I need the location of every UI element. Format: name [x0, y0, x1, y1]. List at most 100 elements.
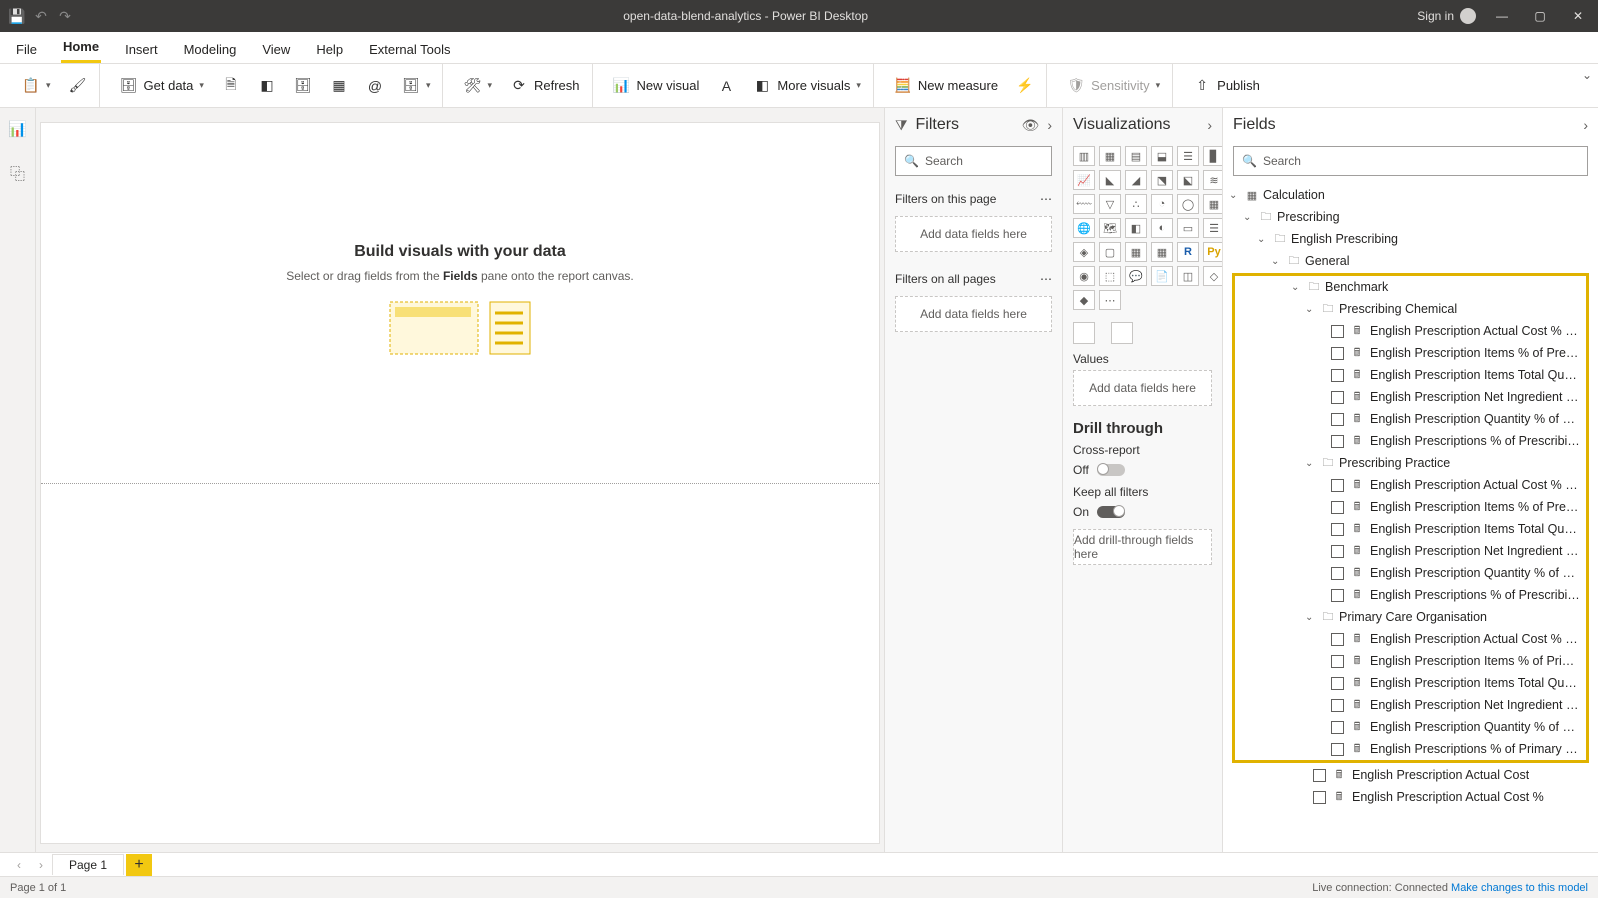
viz-get-more[interactable]: ⋯ [1099, 290, 1121, 310]
cross-report-toggle[interactable] [1097, 464, 1125, 476]
filters-on-all-well[interactable]: Add data fields here [895, 296, 1052, 332]
dataverse-button[interactable]: @ [362, 73, 388, 99]
node-benchmark[interactable]: ⌄🗀Benchmark [1235, 276, 1586, 298]
keep-filters-toggle[interactable] [1097, 506, 1125, 518]
viz-paginated[interactable]: ◫ [1177, 266, 1199, 286]
viz-stacked-col[interactable]: ▦ [1099, 146, 1121, 166]
field-item[interactable]: 🖩English Prescription Items % of Primary… [1235, 650, 1586, 672]
get-data-button[interactable]: 🗄Get data▾ [116, 73, 208, 99]
menu-help[interactable]: Help [314, 36, 345, 63]
format-button[interactable] [1111, 322, 1133, 344]
minimize-button[interactable]: — [1490, 4, 1514, 28]
fields-search[interactable]: 🔍 Search [1233, 146, 1588, 176]
collapse-icon[interactable]: › [1583, 117, 1588, 133]
field-item[interactable]: 🖩English Prescription Actual Cost % [1229, 786, 1592, 808]
node-prescribing-chemical[interactable]: ⌄🗀Prescribing Chemical [1235, 298, 1586, 320]
menu-insert[interactable]: Insert [123, 36, 160, 63]
viz-100-bar[interactable]: ☰ [1177, 146, 1199, 166]
report-canvas[interactable]: Build visuals with your data Select or d… [40, 122, 880, 844]
menu-view[interactable]: View [260, 36, 292, 63]
checkbox[interactable] [1313, 791, 1326, 804]
field-item[interactable]: 🖩English Prescription Actual Cost % of P… [1235, 474, 1586, 496]
checkbox[interactable] [1331, 523, 1344, 536]
viz-line-col2[interactable]: ⬕ [1177, 170, 1199, 190]
drill-through-well[interactable]: Add drill-through fields here [1073, 529, 1212, 565]
viz-stacked-area[interactable]: ◢ [1125, 170, 1147, 190]
page-tab-1[interactable]: Page 1 [52, 854, 124, 875]
more-icon[interactable]: ⋯ [1040, 192, 1052, 206]
node-general[interactable]: ⌄🗀General [1229, 250, 1592, 272]
viz-clustered-bar[interactable]: ▤ [1125, 146, 1147, 166]
collapse-icon[interactable]: › [1047, 117, 1052, 133]
field-item[interactable]: 🖩English Prescriptions % of Prescribing … [1235, 430, 1586, 452]
collapse-icon[interactable]: › [1207, 117, 1212, 133]
redo-icon[interactable]: ↷ [56, 7, 74, 25]
checkbox[interactable] [1331, 721, 1344, 734]
checkbox[interactable] [1331, 501, 1344, 514]
viz-powerapps[interactable]: ◆ [1073, 290, 1095, 310]
field-item[interactable]: 🖩English Prescription Quantity % of Pres… [1235, 408, 1586, 430]
field-item[interactable]: 🖩English Prescription Items % of Prescri… [1235, 496, 1586, 518]
checkbox[interactable] [1331, 545, 1344, 558]
checkbox[interactable] [1331, 677, 1344, 690]
viz-narrative[interactable]: 📄 [1151, 266, 1173, 286]
viz-filled-map[interactable]: 🗺 [1099, 218, 1121, 238]
field-item[interactable]: 🖩English Prescription Items Total Quanti… [1235, 518, 1586, 540]
refresh-button[interactable]: ⟳Refresh [506, 73, 584, 99]
viz-qa[interactable]: 💬 [1125, 266, 1147, 286]
text-box-button[interactable]: A [713, 73, 739, 99]
menu-modeling[interactable]: Modeling [182, 36, 239, 63]
maximize-button[interactable]: ▢ [1528, 4, 1552, 28]
field-item[interactable]: 🖩English Prescription Actual Cost [1229, 764, 1592, 786]
viz-slicer[interactable]: ▢ [1099, 242, 1121, 262]
viz-pie[interactable]: ◔ [1151, 194, 1173, 214]
node-prescribing[interactable]: ⌄🗀Prescribing [1229, 206, 1592, 228]
viz-map[interactable]: 🌐 [1073, 218, 1095, 238]
checkbox[interactable] [1331, 655, 1344, 668]
checkbox[interactable] [1331, 589, 1344, 602]
model-view-button[interactable]: ⿻ [5, 160, 31, 186]
more-visuals-button[interactable]: ◧More visuals▾ [749, 73, 865, 99]
checkbox[interactable] [1331, 391, 1344, 404]
checkbox[interactable] [1331, 435, 1344, 448]
node-english-prescribing[interactable]: ⌄🗀English Prescribing [1229, 228, 1592, 250]
node-primary-care[interactable]: ⌄🗀Primary Care Organisation [1235, 606, 1586, 628]
viz-area[interactable]: ◣ [1099, 170, 1121, 190]
add-page-button[interactable]: + [126, 854, 152, 876]
more-icon[interactable]: ⋯ [1040, 272, 1052, 286]
viz-scatter[interactable]: ∴ [1125, 194, 1147, 214]
viz-line-col[interactable]: ⬔ [1151, 170, 1173, 190]
field-item[interactable]: 🖩English Prescriptions % of Prescribing … [1235, 584, 1586, 606]
eye-icon[interactable]: 👁 [1022, 117, 1040, 134]
format-painter-button[interactable]: 🖌 [65, 73, 91, 99]
viz-card[interactable]: ▭ [1177, 218, 1199, 238]
new-visual-button[interactable]: 📊New visual [609, 73, 704, 99]
quick-measure-button[interactable]: ⚡ [1012, 73, 1038, 99]
checkbox[interactable] [1331, 325, 1344, 338]
checkbox[interactable] [1331, 369, 1344, 382]
enter-data-button[interactable]: ▦ [326, 73, 352, 99]
pbi-dataset-button[interactable]: ◧ [254, 73, 280, 99]
sign-in-button[interactable]: Sign in [1417, 8, 1476, 24]
checkbox[interactable] [1313, 769, 1326, 782]
transform-button[interactable]: 🛠▾ [459, 73, 496, 99]
viz-funnel[interactable]: ▽ [1099, 194, 1121, 214]
values-well[interactable]: Add data fields here [1073, 370, 1212, 406]
viz-key-influencers[interactable]: ◉ [1073, 266, 1095, 286]
checkbox[interactable] [1331, 479, 1344, 492]
fields-well-button[interactable] [1073, 322, 1095, 344]
close-button[interactable]: ✕ [1566, 4, 1590, 28]
excel-button[interactable]: 🗎 [218, 73, 244, 99]
viz-clustered-col[interactable]: ⬓ [1151, 146, 1173, 166]
field-item[interactable]: 🖩English Prescription Net Ingredient Cos… [1235, 540, 1586, 562]
viz-stacked-bar[interactable]: ▥ [1073, 146, 1095, 166]
checkbox[interactable] [1331, 699, 1344, 712]
field-item[interactable]: 🖩English Prescription Net Ingredient Cos… [1235, 694, 1586, 716]
checkbox[interactable] [1331, 633, 1344, 646]
viz-gauge[interactable]: ◐ [1151, 218, 1173, 238]
field-item[interactable]: 🖩English Prescription Items Total Quanti… [1235, 672, 1586, 694]
field-item[interactable]: 🖩English Prescriptions % of Primary Care… [1235, 738, 1586, 760]
field-item[interactable]: 🖩English Prescription Quantity % of Prim… [1235, 716, 1586, 738]
filters-on-page-well[interactable]: Add data fields here [895, 216, 1052, 252]
make-changes-link[interactable]: Make changes to this model [1451, 882, 1588, 894]
